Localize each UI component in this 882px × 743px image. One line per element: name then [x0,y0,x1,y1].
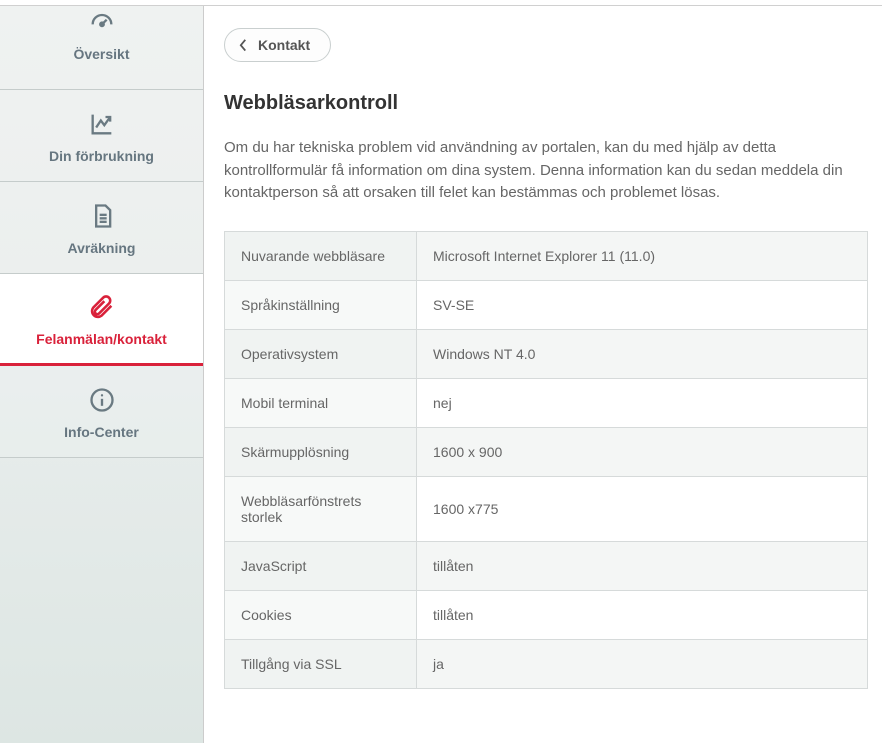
row-key: Tillgång via SSL [225,639,417,688]
table-row: Nuvarande webbläsareMicrosoft Internet E… [225,231,868,280]
row-value: tillåten [417,590,868,639]
table-row: SpråkinställningSV-SE [225,280,868,329]
row-key: Nuvarande webbläsare [225,231,417,280]
table-row: Tillgång via SSLja [225,639,868,688]
sidebar-item-label: Felanmälan/kontakt [36,331,167,347]
sidebar-item-infocenter[interactable]: Info-Center [0,366,203,458]
row-key: Mobil terminal [225,378,417,427]
row-key: Operativsystem [225,329,417,378]
back-button-label: Kontakt [258,37,310,53]
browser-info-table: Nuvarande webbläsareMicrosoft Internet E… [224,231,868,689]
table-row: Mobil terminalnej [225,378,868,427]
sidebar: Översikt Din förbrukning [0,6,204,743]
row-key: JavaScript [225,541,417,590]
row-key: Skärmupplösning [225,427,417,476]
row-value: 1600 x 900 [417,427,868,476]
sidebar-item-oversikt[interactable]: Översikt [0,6,203,90]
row-key: Språkinställning [225,280,417,329]
table-row: Skärmupplösning1600 x 900 [225,427,868,476]
page-title: Webbläsarkontroll [224,92,868,115]
table-row: OperativsystemWindows NT 4.0 [225,329,868,378]
paperclip-icon [86,291,118,323]
row-value: Windows NT 4.0 [417,329,868,378]
table-body: Nuvarande webbläsareMicrosoft Internet E… [225,231,868,688]
row-value: ja [417,639,868,688]
row-value: SV-SE [417,280,868,329]
info-icon [86,384,118,416]
row-value: 1600 x775 [417,476,868,541]
row-value: tillåten [417,541,868,590]
sidebar-item-avrakning[interactable]: Avräkning [0,182,203,274]
row-key: Cookies [225,590,417,639]
chevron-left-icon [239,38,248,52]
chart-icon [86,108,118,140]
table-row: Cookiestillåten [225,590,868,639]
back-button[interactable]: Kontakt [224,28,331,62]
row-value: nej [417,378,868,427]
document-icon [86,200,118,232]
app-container: Översikt Din förbrukning [0,6,882,743]
sidebar-item-forbrukning[interactable]: Din förbrukning [0,90,203,182]
table-row: JavaScripttillåten [225,541,868,590]
sidebar-item-label: Info-Center [64,424,139,440]
gauge-icon [86,6,118,38]
row-key: Webbläsarfönstrets storlek [225,476,417,541]
page-description: Om du har tekniska problem vid användnin… [224,137,864,205]
table-row: Webbläsarfönstrets storlek1600 x775 [225,476,868,541]
main-content: Kontakt Webbläsarkontroll Om du har tekn… [204,6,882,743]
sidebar-item-label: Din förbrukning [49,148,154,164]
row-value: Microsoft Internet Explorer 11 (11.0) [417,231,868,280]
sidebar-item-label: Avräkning [68,240,136,256]
sidebar-item-felanmalan[interactable]: Felanmälan/kontakt [0,274,203,366]
sidebar-item-label: Översikt [73,46,129,62]
